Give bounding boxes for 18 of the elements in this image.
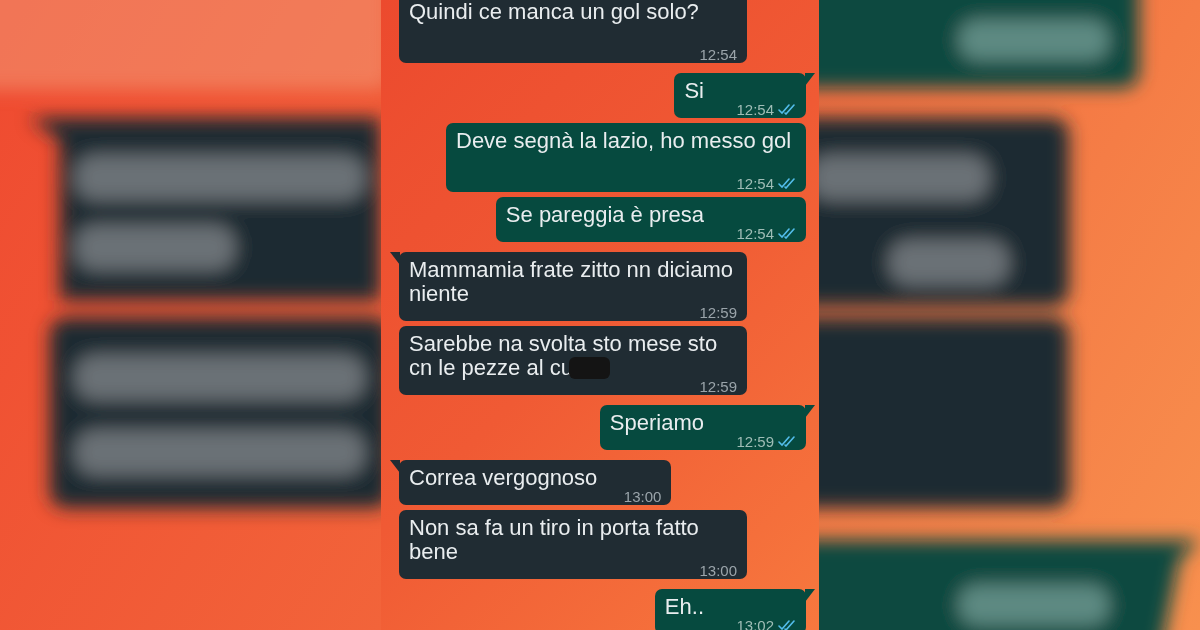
message-time: 13:00 xyxy=(623,489,662,504)
message-time: 12:59 xyxy=(699,379,737,394)
message-text: Se pareggia è presa xyxy=(505,202,704,227)
message-time: 12:59 xyxy=(736,434,774,449)
message-time: 12:59 xyxy=(699,305,737,320)
message-text: Si xyxy=(684,78,704,103)
message-text: Non sa fa un tiro in porta fatto bene xyxy=(409,515,699,564)
message-text: Mammamia frate zitto nn diciamo niente xyxy=(409,257,733,306)
message-text: Speriamo xyxy=(609,410,704,435)
message-time: 12:54 xyxy=(736,102,774,117)
message-text: Deve segnà la lazio, ho messo gol xyxy=(456,128,792,153)
message-text: Eh.. xyxy=(664,594,704,619)
message-text: Correa vergognoso xyxy=(409,465,598,490)
message-time: 12:54 xyxy=(736,176,774,191)
message-time: 12:54 xyxy=(736,226,774,241)
message-time: 13:00 xyxy=(699,563,737,578)
message-time: 12:54 xyxy=(699,47,737,62)
message-text: Quindi ce manca un gol solo? xyxy=(409,0,699,24)
